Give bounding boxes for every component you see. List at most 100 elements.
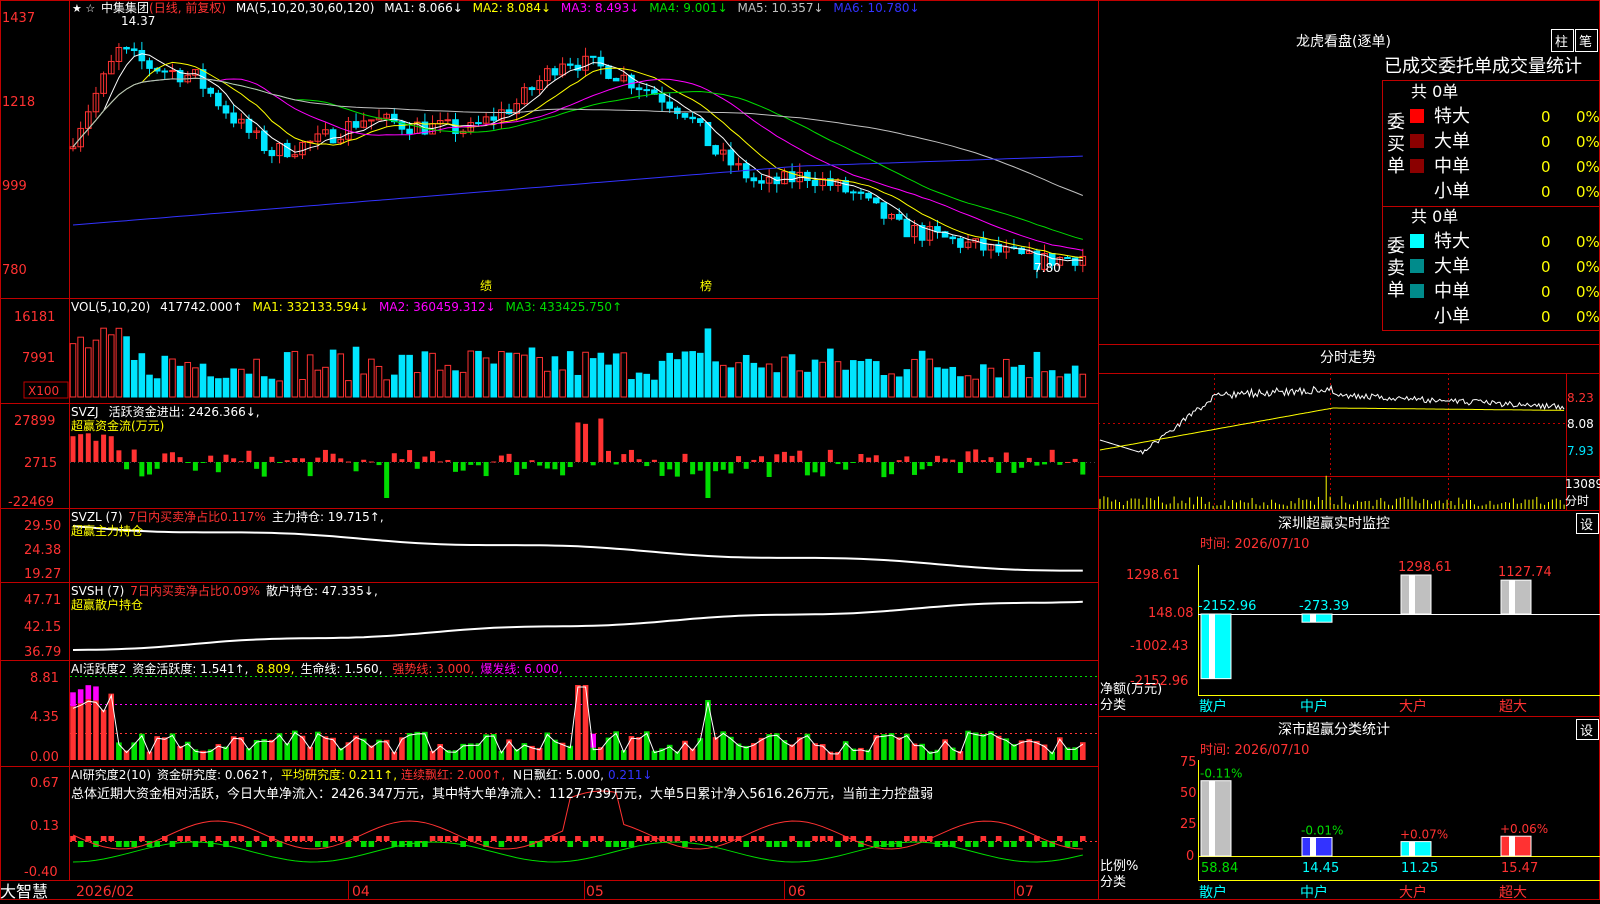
lhb-panel[interactable]: 龙虎看盘(逐单) 柱 笔 已成交委托单成交量统计 特大 0 0% 大单 0 0% 中单 0 0%… — [1296, 29, 1600, 328]
flow-bar — [965, 451, 971, 462]
y-label: 0.00 — [30, 750, 59, 765]
sz-class-panel[interactable]: 深市超赢分类统计 设 时间: 2026/07/10 75 50 25 0 比例%… — [1100, 719, 1600, 901]
monitor-category: 超大 — [1499, 699, 1527, 715]
class-title: 深市超赢分类统计 — [1278, 721, 1390, 738]
research-bar — [965, 841, 971, 847]
volume-bar — [811, 359, 819, 398]
flow-bar — [1080, 462, 1086, 475]
y-label: 4.35 — [30, 710, 59, 725]
volume-bar — [582, 351, 589, 398]
chart-canvas[interactable]: 1437 1218 999 780 ★ ☆ 中集集团(日线, 前复权) MA(5… — [0, 0, 1600, 901]
volume-bar — [850, 360, 857, 398]
research-bar — [100, 836, 107, 841]
volume-bar — [605, 364, 612, 398]
tick-mode-label[interactable]: 笔 — [1579, 34, 1592, 50]
activity-bar — [490, 733, 497, 760]
retail-holding-line — [72, 600, 1083, 651]
activity-bar — [238, 737, 245, 760]
activity-bar — [70, 706, 76, 760]
volume-bar — [949, 366, 957, 398]
candle-body — [712, 145, 719, 155]
research-bar — [1041, 841, 1048, 847]
monitor-bar-highlight — [1310, 614, 1316, 623]
bar-mode-label[interactable]: 柱 — [1555, 35, 1568, 50]
volume-bar — [689, 351, 696, 398]
candle-body — [857, 191, 865, 194]
volume-bar — [322, 366, 329, 398]
panel-frames — [0, 0, 1600, 900]
activity-bar — [162, 737, 168, 760]
research-bar — [575, 836, 581, 841]
y-label: 999 — [2, 179, 27, 194]
research-bar — [720, 836, 727, 841]
volume-bar — [918, 350, 926, 398]
research-bar — [322, 841, 329, 847]
price-header: 中集集团(日线, 前复权) MA(5,10,20,30,60,120) MA1:… — [101, 0, 920, 15]
intraday-panel[interactable]: 分时走势 8.23 8.08 7.93 13089 分时 — [1098, 350, 1600, 510]
research-bar — [621, 841, 627, 847]
sz-monitor-panel[interactable]: 深圳超赢实时监控 设 时间: 2026/07/10 1298.61 148.08… — [1100, 513, 1600, 716]
flow-bar — [567, 462, 573, 468]
volume-bar — [215, 378, 222, 398]
ai-activity-panel[interactable]: 8.81 4.35 0.00 AI活跃度2 资金活跃度: 1.541↑, 8.80… — [30, 661, 1098, 765]
flow-bar — [338, 458, 344, 462]
research-bar — [1003, 841, 1010, 847]
event-tag[interactable]: 榜 — [700, 278, 712, 293]
ai-research-panel[interactable]: 0.67 0.13 -0.40 AI研究度2(10) 资金研究度: 0.062↑,… — [24, 767, 1098, 880]
flow-bar — [598, 418, 604, 462]
volume-bar — [352, 346, 360, 398]
research-bar — [292, 836, 298, 841]
svzj-panel[interactable]: 27899 2715 -22469 SVZJ 活跃资金进出: 2426.366↓,… — [8, 404, 1098, 510]
volume-bar — [551, 356, 559, 398]
volume-bar — [100, 327, 107, 398]
vol-ma1: MA1: 332133.594↓ — [253, 300, 370, 314]
flow-bar — [529, 460, 535, 462]
event-tag[interactable]: 绩 — [480, 279, 492, 293]
sell-side-label: 委 — [1387, 236, 1405, 257]
price-panel[interactable]: 1437 1218 999 780 ★ ☆ 中集集团(日线, 前复权) MA(5… — [2, 0, 1087, 293]
lhb-row-pct: 0% — [1576, 158, 1600, 176]
candle-body — [245, 118, 253, 133]
activity-bar — [108, 693, 115, 760]
flow-bar — [812, 462, 818, 473]
ma-line — [72, 77, 1083, 196]
svsh-panel[interactable]: 47.71 42.15 36.79 SVSH (7) 7日内买卖净占比0.09% 散… — [24, 583, 1083, 660]
settings-label[interactable]: 设 — [1580, 518, 1593, 533]
candle-body — [727, 149, 735, 166]
flow-bar — [1034, 462, 1040, 466]
volume-panel[interactable]: 16181 7991 X100 VOL(5,10,20) 417742.000↑… — [14, 300, 1087, 399]
volume-bar — [1056, 376, 1064, 398]
y-label: -0.40 — [24, 865, 58, 880]
activity-bar — [383, 739, 390, 760]
activity-bar — [422, 731, 428, 760]
settings-label[interactable]: 设 — [1580, 724, 1593, 739]
class-time: 时间: 2026/07/10 — [1200, 743, 1309, 758]
research-bar — [315, 841, 321, 847]
axis-title: 比例% — [1100, 859, 1138, 874]
axis-subtitle: 分类 — [1100, 698, 1126, 713]
volume-bar — [888, 373, 895, 398]
volume-bar — [482, 357, 490, 398]
research-bar — [911, 836, 918, 841]
volume-bar — [306, 354, 314, 398]
monitor-bar-value: -2152.96 — [1198, 599, 1256, 614]
intraday-price-line — [1099, 384, 1565, 455]
favorite-star-icon[interactable]: ★ ☆ — [72, 2, 95, 15]
volume-bar — [735, 362, 742, 398]
research-bar — [835, 841, 841, 847]
x-tick: 05 — [586, 884, 604, 900]
research-bar — [942, 841, 948, 847]
research-bar — [598, 836, 604, 841]
flow-bar — [368, 461, 374, 463]
activity-bar — [980, 733, 987, 760]
svzl-panel[interactable]: 29.50 24.38 19.27 SVZL (7) 7日内买卖净占比0.117%… — [24, 509, 1083, 582]
flow-bar — [942, 458, 948, 462]
class-change: +0.07% — [1400, 828, 1448, 842]
volume-bar — [872, 361, 880, 398]
activity-bar — [766, 734, 772, 760]
y-label: 780 — [2, 263, 27, 278]
flow-bar — [468, 462, 474, 465]
research-bar — [613, 841, 619, 847]
research-bar — [1026, 841, 1033, 847]
volume-bar — [130, 359, 138, 398]
